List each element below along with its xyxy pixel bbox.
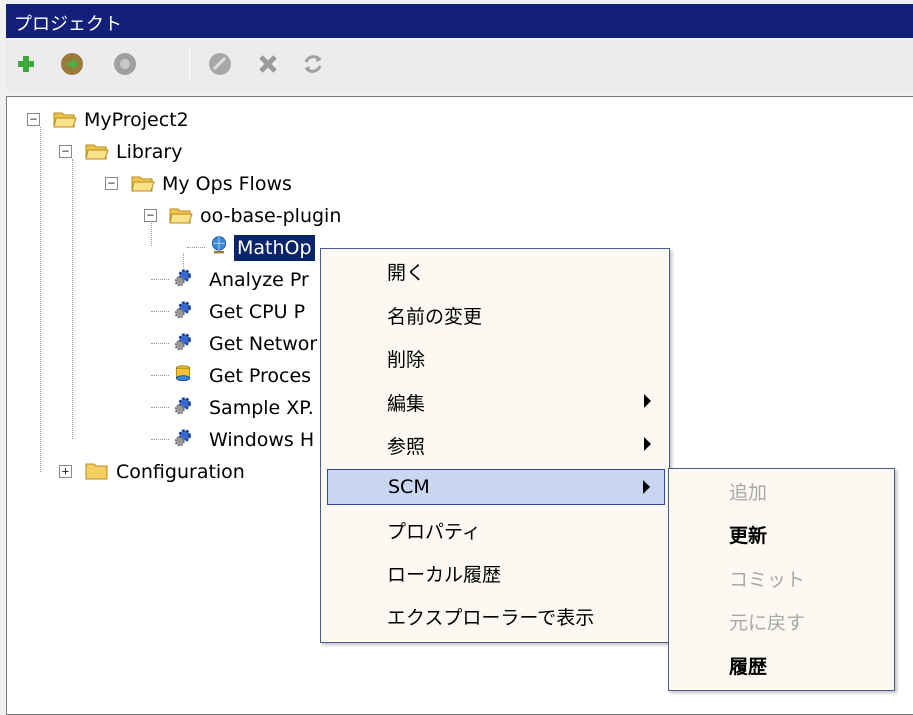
gear-flow-icon: [174, 397, 191, 415]
tree-node-flow[interactable]: Analyze Pr: [7, 265, 327, 295]
refresh-icon: [304, 55, 322, 73]
submenu-item-history[interactable]: 履歴: [729, 647, 767, 683]
menu-item-label: 編集: [387, 392, 426, 415]
edit-button[interactable]: [206, 50, 234, 78]
submenu-item-update[interactable]: 更新: [729, 516, 767, 552]
menu-item-label: エクスプローラーで表示: [387, 606, 595, 629]
tree-node-label: Get CPU P: [209, 301, 306, 323]
menu-item-open[interactable]: 開く: [327, 253, 665, 289]
tree-node-flow[interactable]: Get Proces: [7, 361, 327, 391]
tree-node-flow[interactable]: Windows H: [7, 425, 327, 455]
edit-icon: [209, 53, 231, 75]
collapse-toggle[interactable]: −: [144, 209, 157, 222]
collapse-toggle[interactable]: −: [27, 113, 40, 126]
submenu-item-label: 元に戻す: [729, 611, 806, 634]
menu-item-properties[interactable]: プロパティ: [327, 512, 665, 548]
tree-node-oo-base-plugin[interactable]: − oo-base-plugin: [7, 201, 407, 231]
submenu-arrow-icon: [644, 437, 651, 451]
project-panel: プロジェクト − MyProject2 − Library − My Ops F…: [0, 0, 913, 715]
panel-title-bar: プロジェクト: [6, 4, 913, 38]
gear-flow-icon: [174, 269, 191, 287]
submenu-item-revert[interactable]: 元に戻す: [729, 603, 805, 639]
menu-item-rename[interactable]: 名前の変更: [327, 297, 665, 333]
gear-flow-icon: [174, 301, 191, 319]
project-toolbar: [6, 40, 913, 92]
menu-item-scm[interactable]: SCM: [327, 469, 665, 505]
open-folder-icon: [131, 176, 155, 192]
menu-item-label: ローカル履歴: [387, 563, 502, 586]
expand-toggle[interactable]: +: [59, 465, 72, 478]
submenu-item-label: 更新: [729, 524, 768, 547]
tree-node-label: Get Networ: [209, 333, 318, 355]
tree-node-library[interactable]: − Library: [7, 137, 407, 167]
open-folder-icon: [169, 208, 193, 224]
tree-node-label: Library: [116, 141, 183, 163]
import-icon: [61, 53, 83, 75]
tree-node-mathops[interactable]: MathOp: [7, 233, 347, 263]
menu-item-label: SCM: [388, 476, 430, 498]
tree-node-flow[interactable]: Sample XP.: [7, 393, 327, 423]
submenu-arrow-icon: [643, 480, 650, 494]
tree-node-label: MathOp: [234, 235, 315, 261]
menu-item-label: 名前の変更: [387, 305, 483, 328]
globe-operation-icon: [211, 236, 227, 254]
toolbar-separator: [189, 48, 190, 82]
tree-node-label: Get Proces: [209, 365, 312, 387]
tree-node-label: My Ops Flows: [162, 173, 292, 195]
gear-flow-icon: [174, 333, 191, 351]
add-button[interactable]: [12, 50, 40, 78]
collapse-toggle[interactable]: −: [59, 145, 72, 158]
context-menu: 開く 名前の変更 削除 編集 参照 SCM プロパティ ローカル履歴 エクスプロ…: [320, 248, 670, 643]
delete-button[interactable]: [254, 50, 282, 78]
submenu-item-label: 追加: [729, 481, 768, 504]
tree-node-label: MyProject2: [84, 109, 189, 131]
submenu-arrow-icon: [644, 394, 651, 408]
menu-item-edit[interactable]: 編集: [327, 384, 665, 420]
tree-node-flow[interactable]: Get Networ: [7, 329, 327, 359]
open-folder-icon: [85, 144, 109, 160]
menu-item-browse[interactable]: 参照: [327, 427, 665, 463]
submenu-item-label: 履歴: [729, 655, 768, 678]
submenu-item-commit[interactable]: コミット: [729, 560, 805, 596]
menu-item-show-in-explorer[interactable]: エクスプローラーで表示: [327, 598, 665, 634]
add-icon: [18, 56, 34, 72]
tree-node-myproject2[interactable]: − MyProject2: [7, 105, 407, 135]
open-folder-icon: [53, 112, 77, 128]
gear-flow-icon: [174, 429, 191, 447]
database-operation-icon: [175, 365, 191, 382]
tree-node-label: Windows H: [209, 429, 315, 451]
menu-item-label: プロパティ: [387, 520, 481, 543]
menu-item-label: 削除: [387, 348, 426, 371]
package-button[interactable]: [111, 50, 139, 78]
folder-icon: [85, 463, 108, 480]
menu-item-delete[interactable]: 削除: [327, 340, 665, 376]
submenu-item-add[interactable]: 追加: [729, 473, 767, 509]
tree-node-label: Configuration: [116, 461, 245, 483]
package-icon: [114, 53, 136, 75]
delete-icon: [259, 55, 277, 73]
submenu-item-label: コミット: [729, 568, 806, 591]
tree-node-my-ops-flows[interactable]: − My Ops Flows: [7, 169, 407, 199]
collapse-toggle[interactable]: −: [105, 177, 118, 190]
scm-submenu: 追加 更新 コミット 元に戻す 履歴: [668, 468, 895, 691]
tree-node-label: Analyze Pr: [209, 269, 309, 291]
menu-item-label: 参照: [387, 435, 426, 458]
menu-item-label: 開く: [387, 261, 426, 284]
tree-node-label: oo-base-plugin: [200, 205, 342, 227]
tree-node-label: Sample XP.: [209, 397, 314, 419]
tree-node-configuration[interactable]: + Configuration: [7, 457, 327, 487]
tree-node-flow[interactable]: Get CPU P: [7, 297, 327, 327]
menu-item-local-history[interactable]: ローカル履歴: [327, 555, 665, 591]
import-button[interactable]: [58, 50, 86, 78]
refresh-button[interactable]: [299, 50, 327, 78]
panel-title: プロジェクト: [14, 14, 122, 35]
